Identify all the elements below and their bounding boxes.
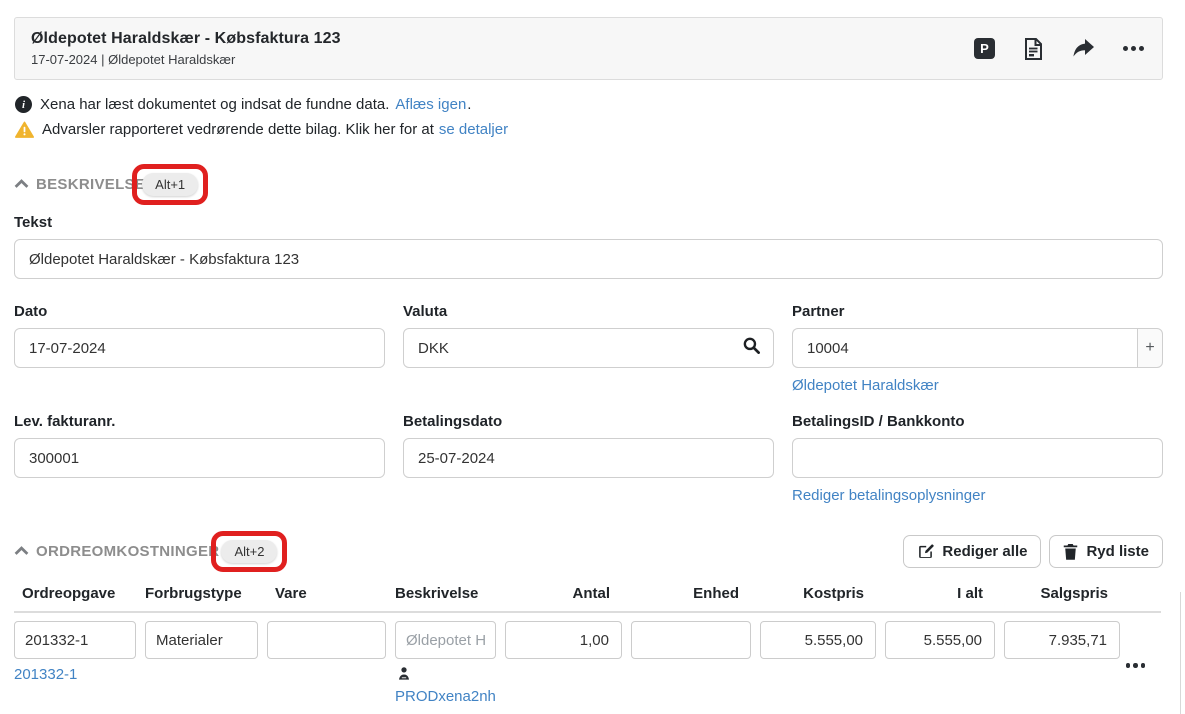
page-title: Øldepotet Haraldskær - Købsfaktura 123	[31, 30, 341, 48]
table-header-divider	[14, 611, 1161, 613]
antal-cell-input[interactable]	[505, 621, 622, 659]
document-header-text: Øldepotet Haraldskær - Købsfaktura 123 1…	[31, 30, 341, 67]
section-beskrivelse-header: BESKRIVELSE Alt+1	[14, 166, 1163, 202]
col-header-ordreopgave: Ordreopgave	[14, 585, 136, 602]
warning-notice: Advarsler rapporteret vedrørende dette b…	[15, 117, 1163, 142]
section-ordreomkostninger-header: ORDREOMKOSTNINGER Alt+2 Rediger alle Ryd…	[14, 531, 1163, 571]
order-costs-table: Ordreopgave Forbrugstype Vare Beskrivels…	[14, 585, 1163, 705]
document-icon[interactable]	[1023, 38, 1043, 60]
collapse-beskrivelse-icon[interactable]	[14, 179, 29, 189]
shortcut-badge-alt1: Alt+1	[142, 173, 198, 196]
vare-cell-input[interactable]	[267, 621, 386, 659]
reread-link[interactable]: Aflæs igen	[395, 96, 466, 113]
dato-input[interactable]	[14, 328, 385, 368]
shortcut-highlight-alt1: Alt+1	[132, 164, 208, 205]
rediger-alle-label: Rediger alle	[942, 543, 1027, 560]
lev-fakturanr-label: Lev. fakturanr.	[14, 413, 385, 430]
bruger-link[interactable]: PRODxena2nh	[395, 688, 496, 705]
col-header-kostpris: Kostpris	[760, 585, 876, 602]
info-icon: i	[15, 96, 32, 113]
scrollbar[interactable]	[1180, 592, 1181, 714]
more-options-icon[interactable]	[1123, 46, 1144, 51]
ordreopgave-link[interactable]: 201332-1	[14, 666, 77, 683]
dato-label: Dato	[14, 303, 385, 320]
col-header-beskrivelse: Beskrivelse	[395, 585, 496, 602]
enhed-cell-input[interactable]	[631, 621, 751, 659]
header-actions: P	[974, 38, 1144, 60]
rediger-betalingsoplysninger-link[interactable]: Rediger betalingsoplysninger	[792, 487, 985, 504]
tekst-field: Tekst	[14, 214, 1163, 279]
partner-input[interactable]	[792, 328, 1137, 368]
salgspris-cell-input[interactable]	[1004, 621, 1120, 659]
partner-link[interactable]: Øldepotet Haraldskær	[792, 377, 939, 394]
col-header-vare: Vare	[267, 585, 386, 602]
col-header-forbrugstype: Forbrugstype	[145, 585, 258, 602]
warning-icon	[15, 121, 34, 138]
partner-field: Partner + Øldepotet Haraldskær	[792, 303, 1163, 395]
search-icon[interactable]	[742, 336, 761, 360]
table-header-row: Ordreopgave Forbrugstype Vare Beskrivels…	[14, 585, 1163, 611]
col-header-salgspris: Salgspris	[1004, 585, 1120, 602]
ryd-liste-button[interactable]: Ryd liste	[1049, 535, 1163, 568]
valuta-label: Valuta	[403, 303, 774, 320]
person-icon	[397, 666, 496, 685]
ordreopgave-cell-input[interactable]	[14, 621, 136, 659]
trash-icon	[1063, 543, 1078, 560]
forbrugstype-cell-input[interactable]	[145, 621, 258, 659]
info-suffix: .	[467, 96, 471, 113]
collapse-ordreomkostninger-icon[interactable]	[14, 546, 29, 556]
kostpris-cell-input[interactable]	[760, 621, 876, 659]
betalings-id-label: BetalingsID / Bankkonto	[792, 413, 1163, 430]
form-row-1: Dato Valuta Partner + Øldepotet Haraldsk…	[14, 303, 1163, 395]
tekst-input[interactable]	[14, 239, 1163, 279]
row-actions-icon[interactable]	[1126, 663, 1146, 668]
valuta-field: Valuta	[403, 303, 774, 368]
betalingsdato-label: Betalingsdato	[403, 413, 774, 430]
i-alt-cell-input[interactable]	[885, 621, 995, 659]
add-partner-button[interactable]: +	[1137, 328, 1163, 368]
document-header: Øldepotet Haraldskær - Købsfaktura 123 1…	[14, 17, 1163, 80]
betalingsdato-field: Betalingsdato	[403, 413, 774, 478]
tekst-label: Tekst	[14, 214, 1163, 231]
warning-text: Advarsler rapporteret vedrørende dette b…	[42, 121, 434, 138]
page-subtitle: 17-07-2024 | Øldepotet Haraldskær	[31, 52, 341, 67]
section-beskrivelse-title: BESKRIVELSE	[36, 176, 145, 193]
pdf-icon[interactable]: P	[974, 38, 995, 59]
see-details-link[interactable]: se detaljer	[439, 121, 508, 138]
purchase-invoice-page: Øldepotet Haraldskær - Købsfaktura 123 1…	[0, 0, 1185, 714]
dato-field: Dato	[14, 303, 385, 368]
betalings-id-input[interactable]	[792, 438, 1163, 478]
col-header-enhed: Enhed	[631, 585, 751, 602]
rediger-alle-button[interactable]: Rediger alle	[903, 535, 1041, 568]
section-ordreomkostninger-title: ORDREOMKOSTNINGER	[36, 543, 219, 560]
form-row-2: Lev. fakturanr. Betalingsdato BetalingsI…	[14, 413, 1163, 505]
share-icon[interactable]	[1071, 39, 1095, 59]
edit-icon	[917, 543, 934, 560]
table-row	[14, 621, 1163, 659]
notices: i Xena har læst dokumentet og indsat de …	[14, 92, 1163, 142]
lev-fakturanr-input[interactable]	[14, 438, 385, 478]
table-row-links: 201332-1 PRODxena2nh	[14, 666, 1163, 705]
betalings-id-field: BetalingsID / Bankkonto Rediger betaling…	[792, 413, 1163, 505]
col-header-antal: Antal	[505, 585, 622, 602]
betalingsdato-input[interactable]	[403, 438, 774, 478]
info-text: Xena har læst dokumentet og indsat de fu…	[40, 96, 389, 113]
ryd-liste-label: Ryd liste	[1086, 543, 1149, 560]
valuta-input[interactable]	[403, 328, 774, 368]
col-header-i-alt: I alt	[885, 585, 995, 602]
info-notice: i Xena har læst dokumentet og indsat de …	[15, 92, 1163, 117]
shortcut-badge-alt2: Alt+2	[221, 540, 277, 563]
shortcut-highlight-alt2: Alt+2	[211, 531, 287, 572]
lev-fakturanr-field: Lev. fakturanr.	[14, 413, 385, 478]
beskrivelse-cell-input[interactable]	[395, 621, 496, 659]
table-actions: Rediger alle Ryd liste	[903, 535, 1163, 568]
partner-label: Partner	[792, 303, 1163, 320]
